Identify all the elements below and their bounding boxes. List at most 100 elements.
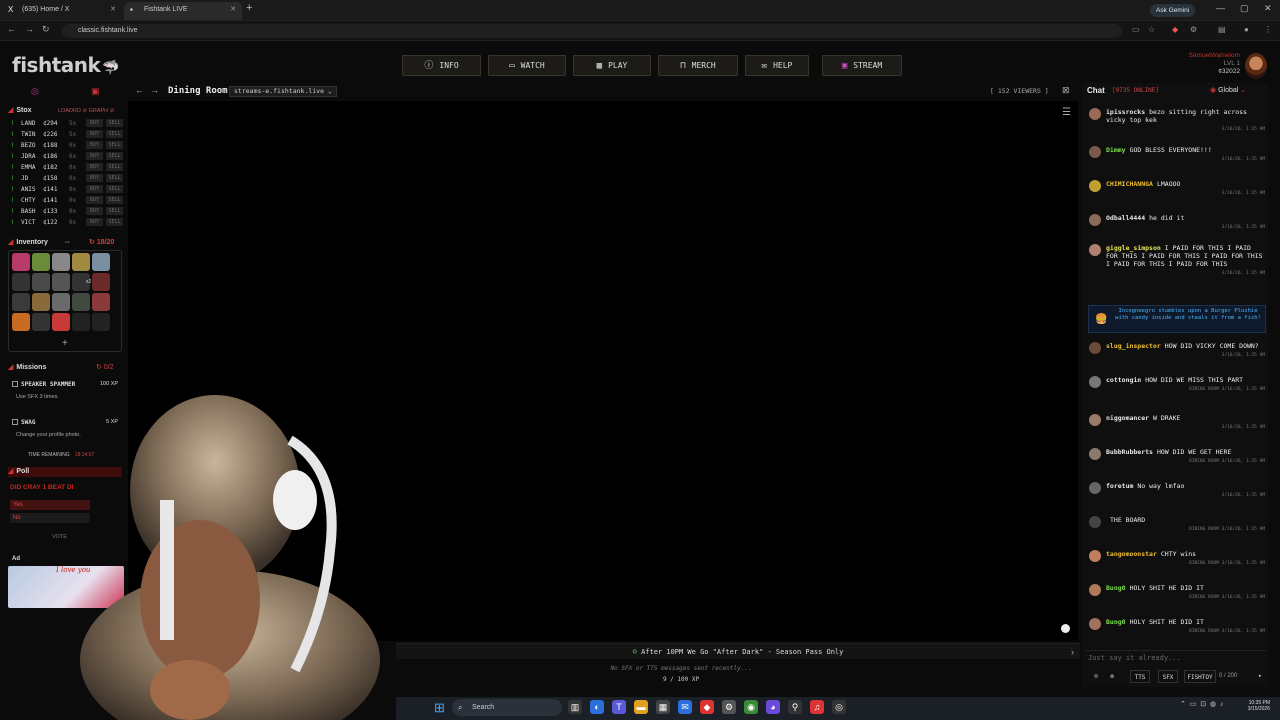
chat-username[interactable]: Dimmy bbox=[1106, 146, 1126, 154]
buy-button[interactable]: BUY bbox=[86, 218, 103, 226]
sell-button[interactable]: SELL bbox=[106, 174, 123, 182]
chat-username[interactable]: cottongin bbox=[1106, 376, 1141, 384]
nav-play-button[interactable]: ▦ PLAY bbox=[573, 55, 651, 76]
inventory-item[interactable] bbox=[32, 313, 50, 331]
sell-button[interactable]: SELL bbox=[106, 207, 123, 215]
announcement-banner[interactable]: ☺ After 10PM We Go "After Dark" - Season… bbox=[396, 643, 1080, 659]
buy-button[interactable]: BUY bbox=[86, 119, 103, 127]
chat-username[interactable]: Bung0 bbox=[1106, 584, 1126, 592]
sell-button[interactable]: SELL bbox=[106, 152, 123, 160]
inventory-item[interactable] bbox=[12, 273, 30, 291]
teams-icon[interactable]: T bbox=[612, 700, 626, 714]
tts-button[interactable]: TTS bbox=[1130, 670, 1150, 683]
url-input[interactable]: classic.fishtank.live bbox=[62, 24, 1122, 38]
windows-start-icon[interactable]: ⊞ bbox=[434, 700, 445, 716]
inventory-item[interactable] bbox=[52, 273, 70, 291]
fishtoy-button[interactable]: FISHTOY bbox=[1184, 670, 1216, 683]
chat-username[interactable]: Odball4444 bbox=[1106, 214, 1145, 222]
sell-button[interactable]: SELL bbox=[106, 185, 123, 193]
sell-button[interactable]: SELL bbox=[106, 119, 123, 127]
close-icon[interactable]: ✕ bbox=[110, 2, 116, 18]
avatar[interactable] bbox=[1245, 53, 1267, 79]
obs-icon[interactable]: ◎ bbox=[832, 700, 846, 714]
avatar[interactable] bbox=[1089, 618, 1101, 630]
avatar[interactable] bbox=[1089, 180, 1101, 192]
nav-watch-button[interactable]: ▭ WATCH bbox=[488, 55, 566, 76]
equip-icon[interactable]: ⇔ bbox=[64, 239, 71, 246]
inventory-item[interactable] bbox=[92, 273, 110, 291]
sfx-button[interactable]: SFX bbox=[1158, 670, 1178, 683]
buy-button[interactable]: BUY bbox=[86, 174, 103, 182]
sell-button[interactable]: SELL bbox=[106, 218, 123, 226]
profile-icon[interactable]: ● bbox=[1244, 25, 1249, 34]
close-icon[interactable]: ⊠ bbox=[1062, 85, 1070, 96]
reload-icon[interactable]: ↻ bbox=[42, 24, 50, 35]
chat-username[interactable]: giggle_simpson bbox=[1106, 244, 1161, 252]
avatar[interactable] bbox=[1089, 516, 1101, 528]
avatar[interactable] bbox=[1089, 146, 1101, 158]
steam-icon[interactable]: ⚲ bbox=[788, 700, 802, 714]
ask-gemini-button[interactable]: Ask Gemini bbox=[1150, 4, 1196, 17]
avatar[interactable] bbox=[1089, 448, 1101, 460]
avatar[interactable] bbox=[1089, 414, 1101, 426]
chat-username[interactable]: CHIMICHANNGA bbox=[1106, 180, 1153, 188]
avatar[interactable] bbox=[1089, 214, 1101, 226]
twitch-icon[interactable]: ◎ bbox=[31, 86, 39, 97]
emoji-icon[interactable]: ☺ bbox=[1090, 670, 1102, 683]
inventory-item[interactable] bbox=[32, 273, 50, 291]
inventory-item[interactable] bbox=[32, 293, 50, 311]
poll-option-yes[interactable]: Yes bbox=[10, 500, 90, 510]
avatar[interactable] bbox=[1089, 108, 1101, 120]
sell-button[interactable]: SELL bbox=[106, 141, 123, 149]
nav-info-button[interactable]: ⓘ INFO bbox=[402, 55, 481, 76]
buy-button[interactable]: BUY bbox=[86, 130, 103, 138]
task-view-icon[interactable]: ▥ bbox=[568, 700, 582, 714]
chat-username[interactable]: Bung0 bbox=[1106, 618, 1126, 626]
menu-dots-icon[interactable]: ⋮ bbox=[1264, 25, 1272, 34]
chevron-right-icon[interactable]: › bbox=[1071, 644, 1074, 660]
add-item-button[interactable]: + bbox=[62, 338, 68, 349]
checkbox[interactable] bbox=[12, 381, 18, 388]
sell-button[interactable]: SELL bbox=[106, 163, 123, 171]
inventory-item[interactable] bbox=[12, 253, 30, 271]
inventory-item[interactable] bbox=[52, 313, 70, 331]
vote-button[interactable]: VOTE bbox=[52, 534, 67, 540]
buy-button[interactable]: BUY bbox=[86, 207, 103, 215]
tab-fishtank-live[interactable]: ▪ Fishtank LIVE ✕ bbox=[124, 2, 242, 20]
send-icon[interactable]: ➤ bbox=[1254, 670, 1266, 683]
chat-username[interactable]: ipissrocks bbox=[1106, 108, 1145, 116]
new-tab-icon[interactable]: + bbox=[246, 2, 252, 14]
file-explorer-icon[interactable]: ▬ bbox=[634, 700, 648, 714]
minimize-icon[interactable]: — bbox=[1216, 3, 1225, 13]
chat-username[interactable]: niggomancer bbox=[1106, 414, 1149, 422]
chat-username[interactable]: slug_inspector bbox=[1106, 342, 1161, 350]
sell-button[interactable]: SELL bbox=[106, 130, 123, 138]
avatar[interactable] bbox=[1089, 342, 1101, 354]
mail-icon[interactable]: ✉ bbox=[678, 700, 692, 714]
store-icon[interactable]: ▦ bbox=[656, 700, 670, 714]
bookmark-star-icon[interactable]: ☆ bbox=[1148, 25, 1155, 34]
nav-help-button[interactable]: ✉ HELP bbox=[745, 55, 809, 76]
sell-button[interactable]: SELL bbox=[106, 196, 123, 204]
chat-username[interactable]: tangomoonstar bbox=[1106, 550, 1157, 558]
tab-x-home[interactable]: X (635) Home / X ✕ bbox=[2, 2, 122, 20]
app-icon[interactable]: ◆ bbox=[700, 700, 714, 714]
buy-button[interactable]: BUY bbox=[86, 185, 103, 193]
back-icon[interactable]: ← bbox=[7, 24, 16, 34]
taskbar-search[interactable]: ⌕ Search bbox=[452, 699, 562, 716]
buy-button[interactable]: BUY bbox=[86, 141, 103, 149]
inventory-item[interactable] bbox=[72, 253, 90, 271]
taskbar-clock[interactable]: 10:35 PM 3/15/2026 bbox=[1240, 700, 1270, 712]
prev-room-icon[interactable]: ← bbox=[135, 85, 144, 95]
music-icon[interactable]: ♫ bbox=[810, 700, 824, 714]
chat-channel-select[interactable]: ◉ Global ⌄ bbox=[1210, 86, 1246, 94]
chat-username[interactable]: BubbRubberts bbox=[1106, 448, 1153, 456]
inventory-item[interactable] bbox=[32, 253, 50, 271]
avatar[interactable] bbox=[1089, 550, 1101, 562]
sidepanel-icon[interactable]: ▤ bbox=[1218, 25, 1226, 34]
inventory-item[interactable] bbox=[92, 293, 110, 311]
forward-icon[interactable]: → bbox=[25, 24, 34, 34]
stream-source-select[interactable]: streams-e.fishtank.live ⌄ bbox=[229, 86, 337, 97]
avatar[interactable] bbox=[1089, 244, 1101, 256]
chat-input[interactable]: Just say it already... bbox=[1086, 650, 1266, 664]
